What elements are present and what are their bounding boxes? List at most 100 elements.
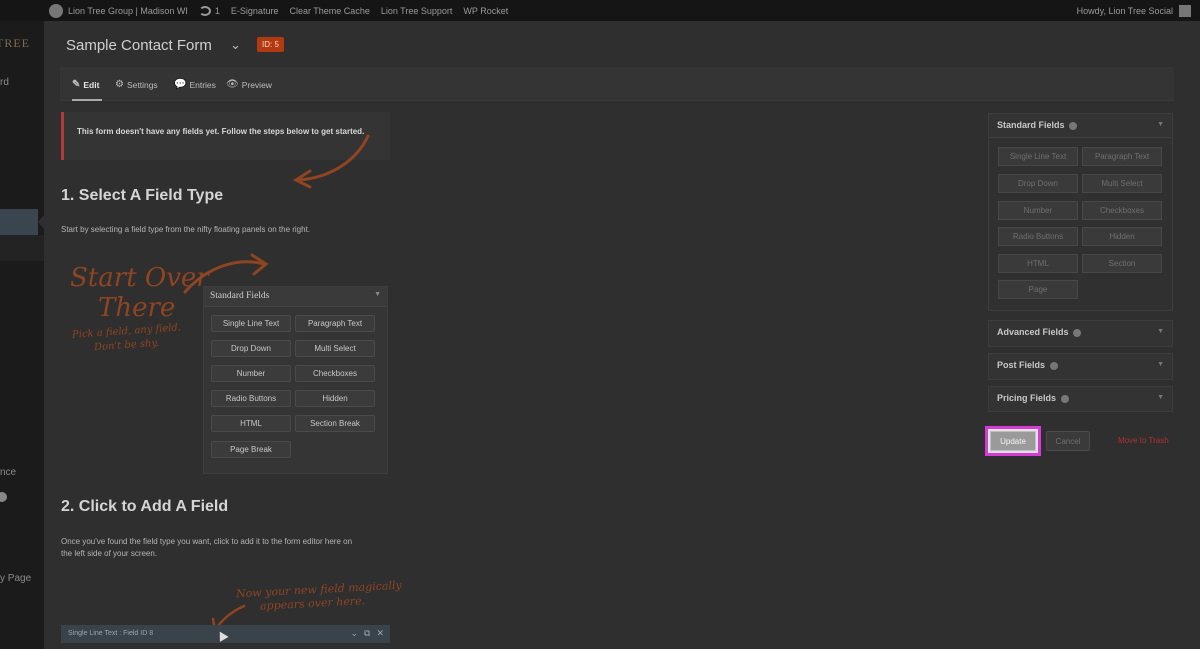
post-fields-header[interactable]: Post Fields [989, 354, 1172, 378]
step2-heading: 2. Click to Add A Field [61, 498, 229, 515]
help-icon[interactable] [1069, 121, 1078, 130]
illustration-field-button: Multi Select [295, 340, 375, 357]
field-bar-actions: ⌄ ⧉ ✕ [350, 628, 384, 639]
tab-active-underline [72, 99, 102, 101]
help-icon[interactable] [1049, 361, 1058, 370]
id-badge: ID: 5 [257, 37, 284, 52]
illustration-field-button: HTML [211, 415, 291, 432]
updates-count: 1 [214, 5, 220, 16]
field-button-hidden[interactable]: Hidden [1082, 227, 1162, 246]
update-button[interactable]: Update [990, 431, 1036, 451]
page-header: Sample Contact Form ⌄ ID: 5 [44, 21, 1200, 67]
pricing-fields-header[interactable]: Pricing Fields [989, 387, 1172, 411]
illustration-caption-line2: Don't be shy. [93, 337, 160, 354]
field-button-page[interactable]: Page [998, 280, 1078, 299]
illustration-panel-title: Standard Fields [210, 291, 270, 301]
page-title: Sample Contact Form [66, 37, 212, 54]
help-icon[interactable] [1060, 394, 1069, 403]
standard-fields-header[interactable]: Standard Fields [989, 114, 1172, 138]
chevron-down-icon[interactable]: ⌄ [230, 37, 241, 53]
sync-icon [198, 5, 211, 16]
update-button-highlight[interactable]: Update [985, 426, 1041, 456]
field-button-drop-down[interactable]: Drop Down [998, 174, 1078, 193]
adminbar-clear-cache[interactable]: Clear Theme Cache [289, 6, 369, 16]
chevron-down-icon[interactable]: ▼ [1157, 394, 1164, 401]
standard-fields-body: Single Line Text Paragraph Text Drop Dow… [990, 139, 1171, 309]
tab-entries[interactable]: 💬 Entries [174, 79, 216, 90]
tab-preview-label: Preview [241, 79, 272, 90]
illustration-field-button: Hidden [295, 390, 375, 407]
illustration-field-button: Radio Buttons [211, 390, 291, 407]
pencil-icon: ✎ [72, 79, 81, 90]
adminbar-wp-rocket[interactable]: WP Rocket [463, 6, 508, 16]
illustration-field-button: Section Break [295, 415, 375, 432]
form-tabs: ✎ Edit ⚙ Settings 💬 Entries 👁 Preview [60, 67, 1174, 101]
site-name-link[interactable]: Lion Tree Group | Madison WI [68, 6, 188, 16]
illustration-panel-header: Standard Fields ▼ [204, 287, 387, 307]
duplicate-icon[interactable]: ⧉ [364, 628, 370, 639]
field-button-single-line-text[interactable]: Single Line Text [998, 147, 1078, 166]
close-icon[interactable]: ✕ [376, 628, 384, 639]
step1-heading: 1. Select A Field Type [61, 187, 224, 204]
field-button-number[interactable]: Number [998, 201, 1078, 220]
tab-settings[interactable]: ⚙ Settings [115, 79, 158, 90]
field-button-html[interactable]: HTML [998, 254, 1078, 273]
wordpress-logo-icon[interactable] [49, 3, 63, 18]
field-button-multi-select[interactable]: Multi Select [1082, 174, 1162, 193]
advanced-fields-header[interactable]: Advanced Fields [989, 321, 1172, 345]
tab-preview[interactable]: 👁 Preview [226, 79, 272, 90]
standard-fields-panel: Standard Fields ▼ Single Line Text Parag… [988, 113, 1173, 311]
speech-bubble-icon: 💬 [174, 79, 187, 90]
step1-description: Start by selecting a field type from the… [61, 225, 311, 234]
post-fields-panel[interactable]: Post Fields ▼ [988, 353, 1173, 380]
standard-fields-title: Standard Fields [997, 120, 1065, 130]
sidebar-item-dashboard[interactable]: rd [0, 77, 9, 88]
adminbar-e-signature[interactable]: E-Signature [231, 6, 279, 16]
chevron-down-icon: ▼ [374, 291, 381, 298]
illustration-field-button: Paragraph Text [295, 315, 375, 332]
help-icon[interactable] [1073, 328, 1082, 337]
illustration-field-button: Page Break [211, 441, 291, 458]
illustration-field-button: Number [211, 365, 291, 382]
advanced-fields-panel[interactable]: Advanced Fields ▼ [988, 320, 1173, 347]
illustration-field-button: Drop Down [211, 340, 291, 357]
illustration-field-button: Single Line Text [211, 315, 291, 332]
chevron-down-icon[interactable]: ▼ [1157, 121, 1164, 128]
field-button-paragraph-text[interactable]: Paragraph Text [1082, 147, 1162, 166]
howdy-user[interactable]: Howdy, Lion Tree Social [1077, 6, 1173, 16]
field-button-radio-buttons[interactable]: Radio Buttons [998, 227, 1078, 246]
chevron-down-icon[interactable]: ⌄ [350, 628, 358, 639]
tab-edit-label: Edit [83, 79, 100, 90]
admin-bar: Lion Tree Group | Madison WI 1 E-Signatu… [0, 0, 1200, 21]
avatar[interactable] [1179, 4, 1191, 17]
tab-edit[interactable]: ✎ Edit [72, 79, 99, 90]
cancel-button[interactable]: Cancel [1046, 431, 1090, 451]
admin-sidebar: TREE rd nce y Page [0, 21, 44, 649]
eye-icon: 👁 [226, 79, 239, 90]
sidebar-item-active[interactable] [0, 209, 38, 235]
step2-description-line1: Once you've found the field type you wan… [61, 537, 353, 546]
advanced-fields-title: Advanced Fields [997, 327, 1069, 337]
arrow-decoration-icon [292, 134, 370, 189]
field-button-section[interactable]: Section [1082, 254, 1162, 273]
step2-description-line2: the left side of your screen. [61, 549, 158, 558]
sidebar-logo: TREE [0, 36, 30, 50]
updates-link[interactable]: 1 [198, 5, 220, 16]
field-button-checkboxes[interactable]: Checkboxes [1082, 201, 1162, 220]
sidebar-toggle-icon[interactable] [0, 492, 7, 502]
sidebar-item-appearance[interactable]: nce [0, 467, 16, 478]
sidebar-submenu[interactable] [0, 235, 44, 261]
sidebar-item-page[interactable]: y Page [0, 573, 31, 584]
tab-entries-label: Entries [189, 79, 216, 90]
pricing-fields-panel[interactable]: Pricing Fields ▼ [988, 386, 1173, 412]
illustration-field-button: Checkboxes [295, 365, 375, 382]
post-fields-title: Post Fields [997, 360, 1046, 370]
chevron-down-icon[interactable]: ▼ [1157, 328, 1164, 335]
gears-icon: ⚙ [115, 79, 124, 90]
pricing-fields-title: Pricing Fields [997, 393, 1057, 403]
adminbar-support[interactable]: Lion Tree Support [381, 6, 453, 16]
sidebar-active-arrow [38, 215, 44, 229]
move-to-trash-link[interactable]: Move to Trash [1118, 436, 1169, 445]
chevron-down-icon[interactable]: ▼ [1157, 361, 1164, 368]
illustration-standard-fields-panel: Standard Fields ▼ Single Line Text Parag… [203, 286, 388, 474]
